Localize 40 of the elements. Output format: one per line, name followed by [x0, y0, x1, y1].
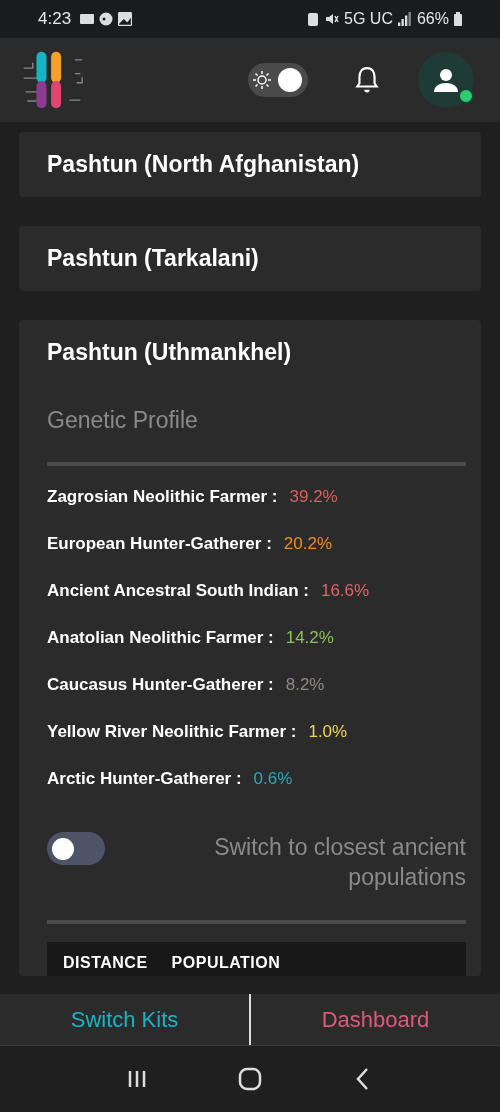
avatar[interactable]	[418, 52, 474, 108]
card-title[interactable]: Pashtun (North Afghanistan)	[47, 150, 453, 178]
section-title: Genetic Profile	[47, 406, 199, 434]
component-name: Anatolian Neolithic Farmer :	[47, 627, 274, 649]
card-title[interactable]: Pashtun (Uthmankhel)	[47, 338, 466, 366]
theme-toggle[interactable]	[248, 63, 308, 97]
user-icon	[433, 67, 459, 93]
battery-icon	[454, 12, 462, 26]
component-value: 20.2%	[283, 533, 332, 555]
switch-label: Switch to closest ancient populations	[213, 833, 466, 892]
population-card[interactable]	[19, 320, 481, 976]
component-name: Ancient Ancestral South Indian :	[47, 580, 309, 602]
population-card[interactable]: Pashtun (Tarkalani)	[19, 226, 481, 291]
component-value: 1.0%	[308, 721, 348, 743]
battery-percent: 66%	[416, 10, 449, 28]
dashboard-link[interactable]: Dashboard	[251, 994, 500, 1045]
component-value: 39.2%	[289, 486, 338, 508]
home-icon[interactable]	[238, 1067, 262, 1091]
status-time: 4:23	[38, 9, 72, 29]
component-name: Arctic Hunter-Gatherer :	[47, 768, 242, 790]
component-name: Zagrosian Neolithic Farmer :	[47, 486, 278, 508]
card-title[interactable]: Pashtun (Tarkalani)	[47, 244, 453, 272]
bell-icon[interactable]	[354, 66, 380, 94]
signal-icon	[397, 12, 412, 26]
component-name: European Hunter-Gatherer :	[47, 533, 272, 555]
component-name: Caucasus Hunter-Gatherer :	[47, 674, 274, 696]
network-label: 5G UC	[344, 10, 393, 28]
toggle-switch[interactable]	[47, 832, 105, 865]
component-value: 0.6%	[253, 768, 293, 790]
component-name: Yellow River Neolithic Farmer :	[47, 721, 297, 743]
column-header: POPULATION	[171, 954, 281, 972]
population-card[interactable]: Pashtun (North Afghanistan)	[19, 132, 481, 197]
column-header: DISTANCE	[63, 954, 148, 972]
sun-icon	[252, 70, 272, 90]
component-value: 8.2%	[285, 674, 325, 696]
component-value: 14.2%	[285, 627, 334, 649]
image-icon	[118, 12, 133, 26]
switch-kits-link[interactable]: Switch Kits	[0, 994, 249, 1045]
component-value: 16.6%	[320, 580, 370, 602]
mute-icon	[325, 12, 340, 26]
